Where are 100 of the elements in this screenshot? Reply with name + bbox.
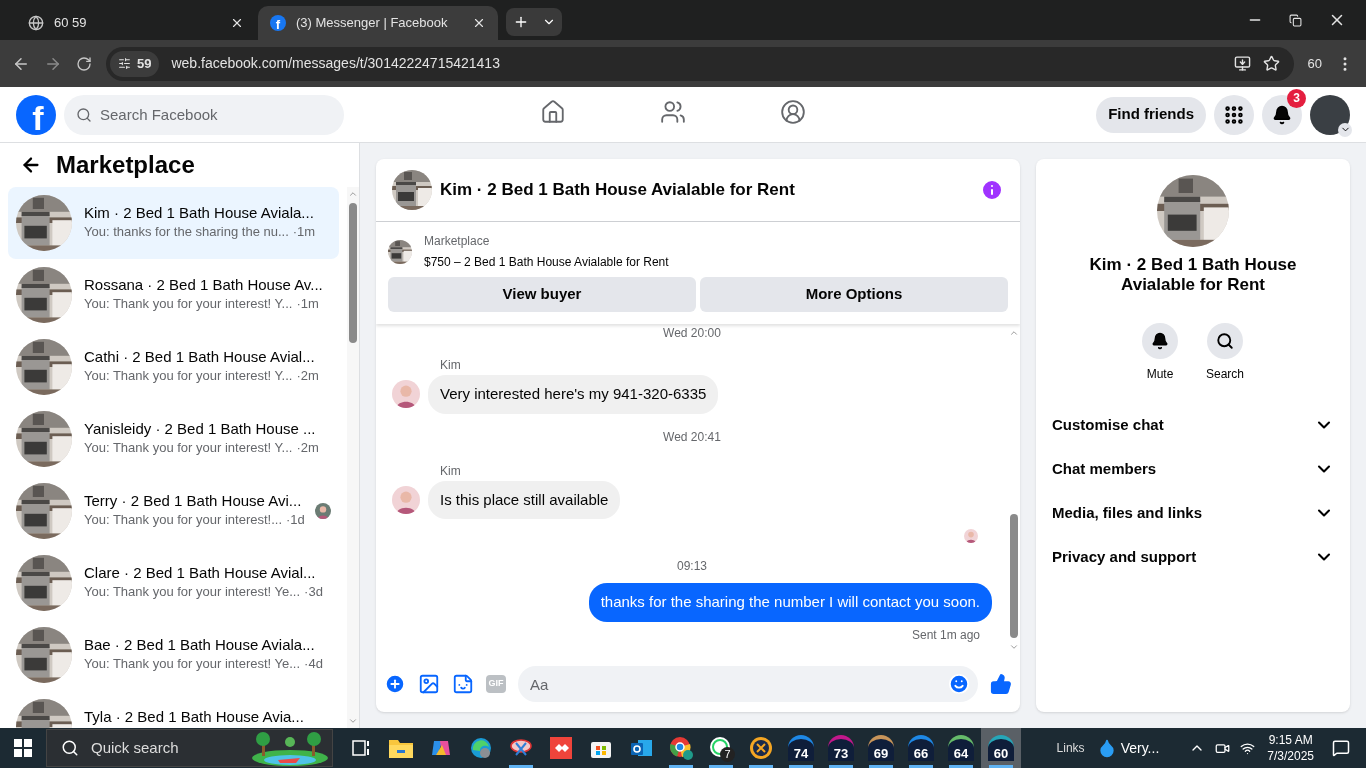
friends-icon[interactable]	[660, 99, 686, 125]
message-preview: You: Thank you for your interest! Ye...	[84, 655, 301, 673]
timestamp: Wed 20:00	[663, 326, 721, 340]
image-icon[interactable]	[418, 673, 440, 695]
close-icon[interactable]	[472, 16, 486, 30]
conversation-name: Clare · 2 Bed 1 Bath House Avial...	[84, 564, 316, 582]
message-time: ·2m	[296, 367, 319, 385]
section-header[interactable]: Customise chat	[1044, 403, 1342, 447]
browser-tab[interactable]: 60 59	[16, 6, 256, 40]
search-icon	[76, 106, 92, 123]
avatar	[315, 503, 331, 519]
chat-title: Kim · 2 Bed 1 Bath House Avialable for Rent	[440, 179, 796, 202]
mail-icon	[630, 737, 652, 759]
conversation-item[interactable]: Clare · 2 Bed 1 Bath House Avial... You: Thank you for your interest! Ye... ·3d	[8, 547, 339, 619]
conversation-item[interactable]: Rossana · 2 Bed 1 Bath House Av... You: Thank you for your interest! Y... ·1m	[8, 259, 339, 331]
message-bubble: Is this place still available	[428, 480, 621, 519]
listing-button[interactable]: More Options	[700, 277, 1008, 312]
task-view-icon	[351, 738, 371, 758]
scrollbar-thumb[interactable]	[1010, 514, 1018, 638]
taskbar-app[interactable]: 64	[941, 728, 981, 768]
home-icon[interactable]	[540, 99, 566, 125]
reload-icon[interactable]	[76, 55, 92, 72]
sidebar-title: Marketplace	[56, 150, 195, 180]
section-header[interactable]: Chat members	[1044, 447, 1342, 491]
taskbar-search[interactable]: Quick search	[46, 729, 333, 767]
sender-name: Kim	[440, 463, 461, 478]
clock[interactable]: 9:15 AM 7/3/2025	[1267, 732, 1314, 764]
sent-status: Sent 1m ago	[911, 626, 980, 644]
app-icon	[550, 737, 572, 759]
url-text: web.facebook.com/messages/t/30142224715421413	[171, 54, 501, 73]
caret-icon	[1338, 122, 1352, 137]
message-field[interactable]: Aa	[518, 666, 978, 702]
message-time: ·1d	[286, 511, 305, 529]
notification-badge: 7	[720, 747, 735, 762]
section-header[interactable]: Media, files and links	[1044, 491, 1342, 535]
browser-icon	[669, 736, 693, 760]
info-icon[interactable]	[980, 178, 1004, 202]
listing-label: Marketplace	[424, 233, 491, 250]
taskbar-app[interactable]: 69	[861, 728, 901, 768]
close-icon[interactable]	[230, 16, 244, 30]
facebook-logo[interactable]: f	[16, 94, 56, 135]
message-time: ·3d	[304, 583, 323, 601]
search-icon	[61, 739, 79, 757]
wifi-icon[interactable]	[1240, 740, 1256, 756]
timestamp: 09:13	[677, 559, 707, 573]
conversation-item[interactable]: Bae · 2 Bed 1 Bath House Aviala... You: Thank you for your interest! Ye... ·4d	[8, 619, 339, 691]
profile-label[interactable]: 60	[1307, 53, 1322, 74]
add-icon[interactable]	[384, 673, 406, 695]
scrollbar-thumb[interactable]	[349, 203, 357, 343]
scrollbar[interactable]	[347, 187, 359, 728]
weather-text[interactable]: Very...	[1120, 737, 1160, 759]
message-bubble: thanks for the sharing the number I will contact you soon.	[588, 583, 992, 622]
conversation-item[interactable]: Yanisleidy · 2 Bed 1 Bath House ... You: Thank you for your interest! Y... ·2m	[8, 403, 339, 475]
links-label[interactable]: Links	[1056, 739, 1085, 757]
message-preview: You: Thank you for your interest! Y...	[84, 295, 293, 313]
avatar	[392, 380, 420, 409]
message-bubble: Very interested here's my 941-320-6335	[428, 375, 719, 414]
conversation-item[interactable]: Cathi · 2 Bed 1 Bath House Avial... You: Thank you for your interest! Y... ·2m	[8, 331, 339, 403]
conversation-name: Terry · 2 Bed 1 Bath House Avi...	[84, 492, 302, 510]
listing-button[interactable]: View buyer	[388, 277, 696, 312]
gauge-icon: 66	[908, 735, 934, 761]
bookmark-icon[interactable]	[1262, 55, 1280, 72]
conversation-item[interactable]: Terry · 2 Bed 1 Bath House Avi... You: Thank you for your interest!... ·1d	[8, 475, 339, 547]
bell-icon	[1272, 104, 1292, 125]
section-header[interactable]: Privacy and support	[1044, 535, 1342, 579]
message-time: ·4d	[304, 655, 323, 673]
like-icon[interactable]	[990, 673, 1012, 695]
conversation-name: Bae · 2 Bed 1 Bath House Aviala...	[84, 636, 315, 654]
menu-button[interactable]	[1214, 94, 1254, 135]
conversation-name: Yanisleidy · 2 Bed 1 Bath House ...	[84, 420, 316, 438]
message-preview: You: Thank you for your interest! Y...	[84, 439, 293, 457]
listing-title: $750 – 2 Bed 1 Bath House Avialable for Rent	[424, 254, 669, 271]
taskbar-app[interactable]: 7	[701, 728, 741, 768]
tab-title: (3) Messenger | Facebook	[296, 14, 449, 33]
sticker-icon[interactable]	[452, 673, 474, 695]
address-bar[interactable]: 59 web.facebook.com/messages/t/30142224715421413	[106, 46, 1294, 81]
find-friends-button[interactable]: Find friends	[1096, 96, 1206, 133]
gauge-icon: 60	[988, 735, 1014, 761]
browser-tab[interactable]: f (3) Messenger | Facebook	[258, 6, 498, 40]
notifications-button[interactable]	[1262, 94, 1302, 135]
profile-button[interactable]	[1310, 94, 1350, 135]
gauge-icon: 74	[788, 735, 814, 761]
site-info-button[interactable]: 59	[110, 50, 160, 77]
tune-icon	[118, 57, 131, 70]
taskbar-app[interactable]: 66	[901, 728, 941, 768]
groups-icon[interactable]	[780, 99, 806, 125]
conversation-name: Tyla · 2 Bed 1 Bath House Avia...	[84, 708, 304, 726]
avatar	[964, 529, 978, 543]
globe-icon	[28, 15, 44, 31]
taskbar-app[interactable]: 73	[821, 728, 861, 768]
taskbar-app[interactable]: 60	[981, 728, 1021, 768]
conversation-item[interactable]: Kim · 2 Bed 1 Bath House Aviala... You: thanks for the sharing the nu... ·1m	[8, 187, 339, 259]
taskbar-app[interactable]: 74	[781, 728, 821, 768]
notifications-icon[interactable]	[1332, 739, 1350, 757]
search-field[interactable]: Search Facebook	[64, 94, 344, 135]
app-icon	[749, 736, 773, 760]
install-icon[interactable]	[1233, 55, 1251, 72]
restore-icon[interactable]	[1289, 13, 1302, 27]
folder-icon	[389, 738, 413, 758]
emoji-icon[interactable]	[948, 673, 970, 695]
